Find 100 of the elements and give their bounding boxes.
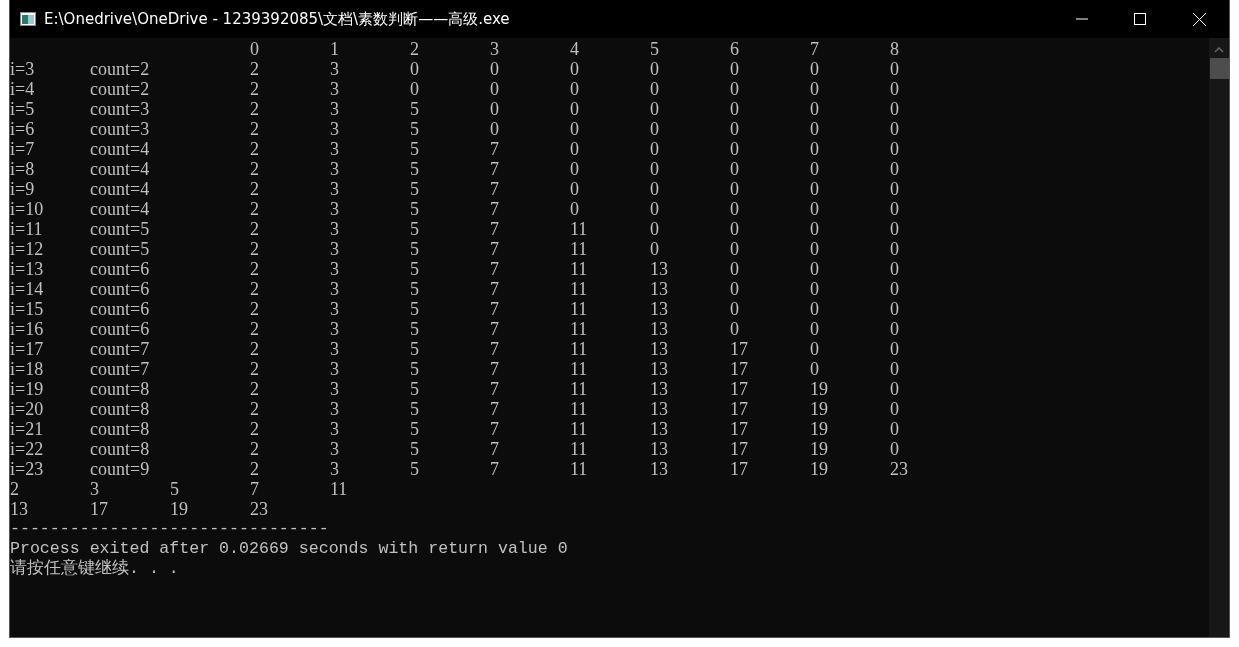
prime-number: 2 [10, 479, 20, 499]
prime-number: 3 [90, 479, 100, 499]
array-value: 5 [410, 99, 420, 119]
array-value: 13 [650, 259, 669, 279]
array-value: 0 [890, 239, 900, 259]
column-index: 1 [330, 39, 340, 59]
prime-number: 17 [90, 499, 109, 519]
prime-count: count=6 [90, 279, 151, 299]
array-value: 0 [570, 99, 580, 119]
array-value: 3 [330, 179, 340, 199]
array-value: 0 [570, 199, 580, 219]
array-value: 11 [570, 399, 589, 419]
loop-index: i=12 [10, 239, 45, 259]
loop-index: i=10 [10, 199, 45, 219]
array-value: 7 [490, 459, 500, 479]
prime-number: 7 [250, 479, 260, 499]
array-value: 0 [890, 299, 900, 319]
array-value: 0 [890, 319, 900, 339]
array-value: 5 [410, 379, 420, 399]
array-value: 0 [730, 59, 740, 79]
array-value: 5 [410, 219, 420, 239]
array-value: 0 [730, 279, 740, 299]
scrollbar[interactable] [1209, 38, 1229, 637]
column-index: 5 [650, 39, 660, 59]
array-value: 0 [890, 99, 900, 119]
array-value: 0 [890, 159, 900, 179]
prime-count: count=5 [90, 219, 151, 239]
loop-index: i=7 [10, 139, 36, 159]
array-value: 13 [650, 379, 669, 399]
scroll-up-icon[interactable] [1214, 47, 1224, 53]
console-app-icon [20, 12, 36, 26]
array-value: 0 [650, 119, 660, 139]
prime-number: 23 [250, 499, 269, 519]
array-value: 2 [250, 219, 260, 239]
array-value: 7 [490, 319, 500, 339]
array-value: 0 [890, 79, 900, 99]
prime-count: count=8 [90, 379, 151, 399]
array-value: 2 [250, 139, 260, 159]
array-value: 0 [730, 299, 740, 319]
prime-number: 5 [170, 479, 180, 499]
array-value: 0 [730, 259, 740, 279]
array-value: 2 [250, 119, 260, 139]
column-index: 2 [410, 39, 420, 59]
prime-count: count=4 [90, 139, 151, 159]
array-value: 11 [570, 239, 589, 259]
array-value: 5 [410, 419, 420, 439]
array-value: 2 [250, 179, 260, 199]
array-value: 7 [490, 399, 500, 419]
loop-index: i=3 [10, 59, 36, 79]
array-value: 2 [250, 239, 260, 259]
array-value: 3 [330, 59, 340, 79]
array-value: 0 [410, 59, 420, 79]
array-value: 0 [810, 59, 820, 79]
array-value: 0 [890, 219, 900, 239]
close-icon [1192, 12, 1206, 26]
array-value: 7 [490, 359, 500, 379]
array-value: 13 [650, 419, 669, 439]
array-value: 3 [330, 279, 340, 299]
loop-index: i=4 [10, 79, 36, 99]
array-value: 3 [330, 99, 340, 119]
array-value: 13 [650, 279, 669, 299]
array-value: 0 [730, 119, 740, 139]
array-value: 11 [570, 439, 589, 459]
array-value: 7 [490, 239, 500, 259]
array-value: 0 [890, 59, 900, 79]
prime-number: 13 [10, 499, 29, 519]
array-value: 19 [810, 399, 829, 419]
array-value: 19 [810, 419, 829, 439]
array-value: 0 [810, 99, 820, 119]
array-value: 2 [250, 419, 260, 439]
array-value: 5 [410, 279, 420, 299]
array-value: 0 [810, 219, 820, 239]
array-value: 3 [330, 319, 340, 339]
array-value: 0 [890, 439, 900, 459]
array-value: 11 [570, 419, 589, 439]
prime-count: count=2 [90, 79, 151, 99]
array-value: 0 [490, 99, 500, 119]
array-value: 3 [330, 139, 340, 159]
array-value: 0 [730, 179, 740, 199]
array-value: 3 [330, 119, 340, 139]
prime-count: count=5 [90, 239, 151, 259]
array-value: 17 [730, 459, 749, 479]
column-index: 3 [490, 39, 500, 59]
array-value: 0 [570, 79, 580, 99]
array-value: 0 [490, 79, 500, 99]
array-value: 2 [250, 319, 260, 339]
array-value: 3 [330, 439, 340, 459]
array-value: 3 [330, 399, 340, 419]
array-value: 7 [490, 299, 500, 319]
array-value: 0 [890, 339, 900, 359]
loop-index: i=13 [10, 259, 45, 279]
array-value: 3 [330, 259, 340, 279]
array-value: 17 [730, 399, 749, 419]
array-value: 19 [810, 379, 829, 399]
array-value: 11 [570, 299, 589, 319]
array-value: 0 [730, 319, 740, 339]
scroll-thumb[interactable] [1209, 58, 1229, 79]
array-value: 0 [650, 159, 660, 179]
array-value: 11 [570, 319, 589, 339]
array-value: 3 [330, 79, 340, 99]
